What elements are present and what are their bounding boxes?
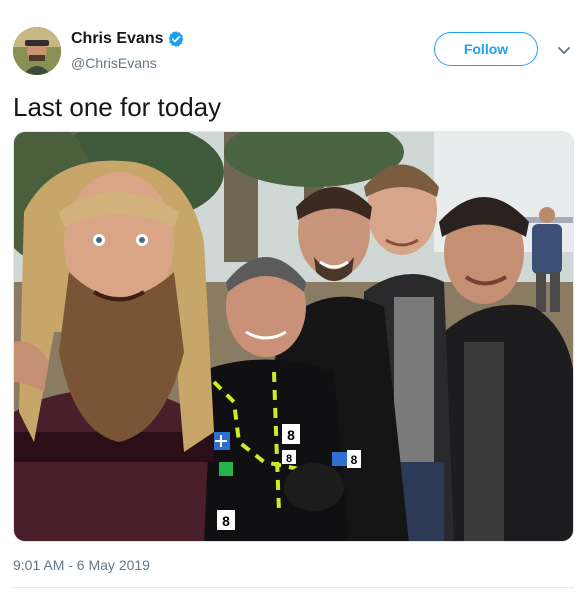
author-display-name[interactable]: Chris Evans bbox=[71, 30, 163, 48]
tweet-card: Chris Evans @ChrisEvans Follow Last one … bbox=[0, 0, 587, 594]
tweet-photo[interactable]: 8 8 8 8 bbox=[13, 131, 574, 542]
tweet-timestamp[interactable]: 9:01 AM - 6 May 2019 bbox=[13, 557, 150, 573]
author-handle[interactable]: @ChrisEvans bbox=[71, 55, 157, 71]
mocap-marker-2: 8 bbox=[222, 513, 230, 529]
mocap-marker-1: 8 bbox=[287, 427, 295, 443]
author-name-row: Chris Evans bbox=[71, 30, 185, 48]
mocap-marker-4: 8 bbox=[286, 453, 292, 465]
follow-button[interactable]: Follow bbox=[434, 32, 538, 66]
mocap-marker-3: 8 bbox=[351, 453, 358, 467]
tweet-text: Last one for today bbox=[13, 92, 222, 122]
author-avatar[interactable] bbox=[13, 27, 61, 75]
divider bbox=[13, 587, 574, 588]
chevron-down-icon[interactable] bbox=[556, 42, 572, 58]
verified-badge-icon bbox=[167, 30, 185, 48]
